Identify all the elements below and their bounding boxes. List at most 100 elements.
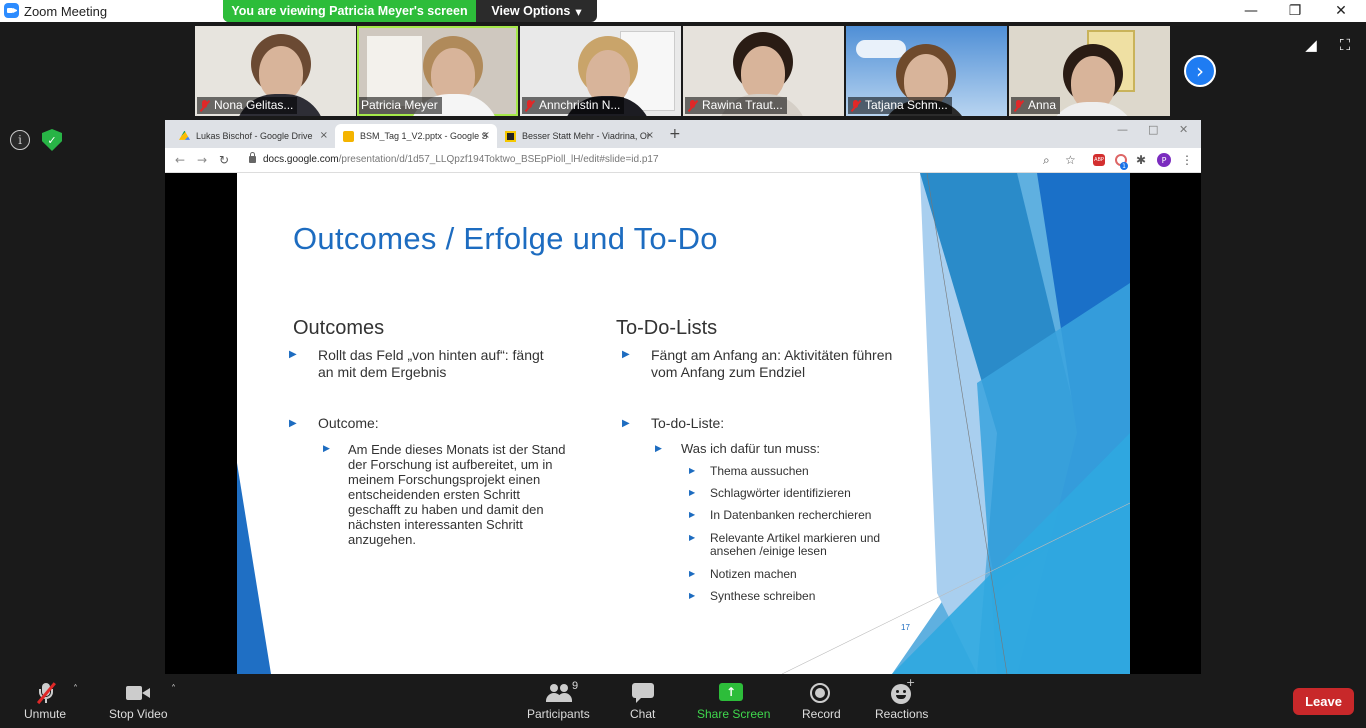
video-tile-active-speaker[interactable]: Patricia Meyer [357, 26, 518, 116]
participant-name-label: Anna [1011, 97, 1061, 114]
todo-item: In Datenbanken recherchieren [710, 508, 872, 522]
address-bar[interactable]: docs.google.com/presentation/d/1d57_LLQp… [241, 151, 1061, 169]
participant-name: Tatjana Schm... [865, 98, 948, 112]
restore-button[interactable]: ❐ [1272, 0, 1318, 22]
bookmark-star-icon[interactable]: ☆ [1065, 153, 1076, 167]
adblock-icon[interactable]: ABP [1093, 154, 1105, 166]
video-options-caret-icon[interactable]: ˄ [171, 684, 176, 695]
reload-icon[interactable]: ↻ [219, 153, 229, 167]
record-button[interactable]: Record [798, 674, 842, 728]
lock-icon [249, 152, 256, 163]
todo-item: Synthese schreiben [710, 589, 816, 603]
tab-label: BSM_Tag 1_V2.pptx - Google Slides [360, 131, 488, 141]
reactions-label: Reactions [875, 707, 929, 721]
browser-toolbar: ← → ↻ docs.google.com/presentation/d/1d5… [165, 148, 1201, 173]
item-arrow-icon: ▶ [689, 466, 696, 475]
security-shield-icon[interactable]: ✓ [42, 129, 62, 151]
meeting-toolbar: Unmute ˄ Stop Video ˄ 9 Participants Cha… [0, 674, 1366, 728]
participant-name: Rawina Traut... [702, 98, 783, 112]
close-button[interactable]: ✕ [1318, 0, 1364, 22]
participant-name: Annchristin N... [539, 98, 621, 112]
audio-options-caret-icon[interactable]: ˄ [73, 684, 78, 695]
tab-close-icon[interactable]: × [320, 130, 328, 141]
slide-title: Outcomes / Erfolge und To-Do [293, 221, 718, 256]
participant-body [1047, 102, 1137, 116]
browser-menu-icon[interactable]: ⋮ [1181, 153, 1193, 167]
view-mode-icon[interactable]: ◢ [1302, 36, 1320, 54]
shared-screen: Lukas Bischof - Google Drive × BSM_Tag 1… [165, 120, 1201, 674]
next-page-arrow-icon[interactable]: › [1184, 55, 1216, 87]
mic-muted-icon [850, 99, 862, 112]
google-slides-icon [343, 130, 354, 142]
browser-tab-drive[interactable]: Lukas Bischof - Google Drive × [171, 124, 335, 148]
todo-item: Thema aussuchen [710, 464, 809, 478]
fullscreen-icon[interactable]: ⛶ [1336, 36, 1354, 54]
browser-close-button[interactable]: ✕ [1179, 123, 1188, 136]
browser-maximize-button[interactable]: □ [1148, 123, 1158, 136]
mic-muted-icon [1013, 99, 1025, 112]
participant-name-label: Annchristin N... [522, 97, 625, 114]
participant-name: Nona Gelitas... [214, 98, 294, 112]
video-tile[interactable]: Annchristin N... [520, 26, 681, 116]
unmute-button[interactable]: Unmute [18, 674, 74, 728]
browser-tab-viadrina[interactable]: Besser Statt Mehr - Viadrina, Online × [497, 124, 661, 148]
mic-muted-icon [199, 99, 211, 112]
chat-label: Chat [630, 707, 656, 721]
reactions-plus-icon: + [906, 676, 916, 689]
bullet-arrow-icon: ▶ [289, 418, 297, 429]
participant-name-label: Nona Gelitas... [197, 97, 298, 114]
viewing-banner: You are viewing Patricia Meyer's screen … [223, 0, 597, 22]
chat-button[interactable]: Chat [622, 674, 664, 728]
window-title: Zoom Meeting [24, 4, 108, 19]
todo-bullet: To-do-Liste: [651, 415, 725, 431]
sub-bullet-arrow-icon: ▶ [655, 444, 662, 454]
video-tile[interactable]: Rawina Traut... [683, 26, 844, 116]
zoom-logo-icon [4, 3, 19, 18]
slide-page-number: 17 [901, 623, 910, 632]
item-arrow-icon: ▶ [689, 569, 696, 578]
participant-name: Anna [1028, 98, 1057, 112]
tab-close-icon[interactable]: × [646, 130, 654, 141]
share-screen-button[interactable]: ↑ Share Screen [694, 674, 770, 728]
minimize-button[interactable]: — [1228, 0, 1274, 22]
forward-icon[interactable]: → [197, 153, 207, 167]
slide-viewport: Outcomes / Erfolge und To-Do Outcomes ▶ … [165, 173, 1201, 674]
stop-video-label: Stop Video [109, 707, 168, 721]
browser-tab-slides[interactable]: BSM_Tag 1_V2.pptx - Google Slides × [335, 124, 497, 148]
new-tab-button[interactable]: + [669, 126, 681, 142]
view-options-button[interactable]: View Options ▾ [476, 0, 597, 22]
tab-label: Lukas Bischof - Google Drive [196, 131, 313, 141]
outcome-example-text: Am Ende dieses Monats ist der Stand der … [348, 442, 566, 547]
participants-label: Participants [527, 707, 590, 721]
leave-meeting-button[interactable]: Leave [1293, 688, 1354, 715]
outcomes-bullet: Rollt das Feld „von hinten auf“: fängt a… [318, 347, 544, 380]
video-tile[interactable]: Tatjana Schm... [846, 26, 1007, 116]
profile-avatar[interactable]: P [1157, 153, 1171, 167]
back-icon[interactable]: ← [175, 153, 185, 167]
cloud [856, 40, 906, 58]
browser-minimize-button[interactable]: — [1117, 123, 1128, 136]
meeting-info-icon[interactable]: i [10, 130, 30, 150]
participant-name-label: Rawina Traut... [685, 97, 787, 114]
participant-name: Patricia Meyer [361, 98, 438, 112]
participant-name-label: Tatjana Schm... [848, 97, 952, 114]
todo-item: Notizen machen [710, 567, 797, 581]
item-arrow-icon: ▶ [689, 533, 696, 542]
todo-bullet: Fängt am Anfang an: Aktivitäten führen v… [651, 347, 893, 380]
participants-button[interactable]: 9 Participants [524, 674, 594, 728]
window-titlebar: Zoom Meeting — ❐ ✕ [0, 0, 1366, 22]
stop-video-button[interactable]: Stop Video [104, 674, 172, 728]
bookshelf [367, 36, 422, 106]
extensions-puzzle-icon[interactable]: ✱ [1136, 153, 1146, 167]
url-host: docs.google.com [263, 154, 339, 165]
video-tile[interactable]: Anna [1009, 26, 1170, 116]
video-camera-icon [126, 685, 150, 701]
tab-label: Besser Statt Mehr - Viadrina, Online [522, 131, 650, 141]
tab-close-icon[interactable]: × [482, 130, 490, 141]
video-tile[interactable]: Nona Gelitas... [195, 26, 356, 116]
microphone-muted-icon [36, 682, 56, 704]
viewing-screen-label: You are viewing Patricia Meyer's screen [223, 0, 476, 22]
view-options-label: View Options [491, 4, 571, 18]
reactions-button[interactable]: + Reactions [872, 674, 930, 728]
zoom-icon[interactable]: ⌕ [1043, 153, 1050, 168]
